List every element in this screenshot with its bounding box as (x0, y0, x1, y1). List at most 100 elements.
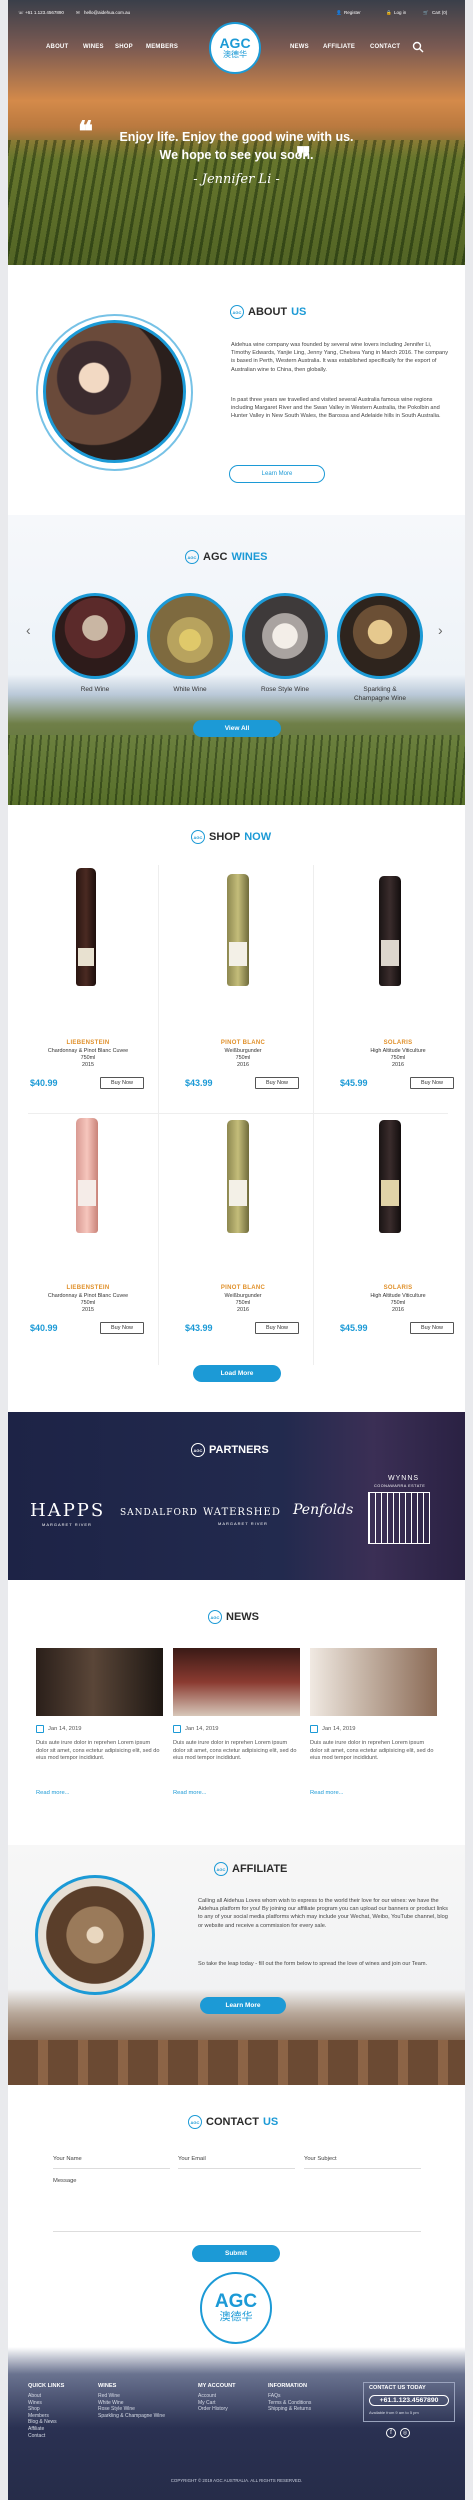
footer-wines-link[interactable]: Rose Style Wine (98, 2406, 135, 2413)
partner-happs-sub: MARGARET RIVER (42, 1522, 92, 1527)
affiliate-title-text: AFFILIATE (232, 1863, 288, 1875)
footer-wines-link[interactable]: Red Wine (98, 2393, 120, 2400)
news-excerpt: Duis aute irure dolor in reprehen Lorem … (36, 1740, 160, 1762)
news-excerpt: Duis aute irure dolor in reprehen Lorem … (310, 1740, 434, 1762)
product-3-bottle[interactable] (379, 876, 401, 986)
news-read-more-link[interactable]: Read more... (173, 1790, 207, 1796)
wines-title-b: WINES (231, 551, 268, 563)
buy-now-button[interactable]: Buy Now (255, 1077, 299, 1089)
about-paragraph-1: Aidehua wine company was founded by seve… (231, 342, 449, 373)
buy-now-button[interactable]: Buy Now (410, 1077, 454, 1089)
news-1-image[interactable] (36, 1648, 163, 1716)
search-icon[interactable] (412, 40, 424, 53)
buy-now-button[interactable]: Buy Now (255, 1322, 299, 1334)
about-learn-more-button[interactable]: Learn More (229, 465, 325, 483)
news-2-image[interactable] (173, 1648, 300, 1716)
footer-wines-link[interactable]: White Wine (98, 2400, 124, 2407)
hero-signature: - Jennifer Li - (193, 172, 280, 187)
shop-divider-row (28, 1113, 448, 1114)
nav-members[interactable]: MEMBERS (146, 44, 178, 50)
footer-phone[interactable]: +61.1.123.4567890 (369, 2395, 449, 2406)
contact-name-field[interactable]: Your Name (53, 2153, 170, 2169)
footer-account-link[interactable]: Order History (198, 2406, 228, 2413)
site-logo[interactable]: AGC 澳德华 (209, 22, 261, 74)
footer-quick-link[interactable]: About (28, 2393, 41, 2400)
contact-message-field[interactable]: Message (53, 2175, 421, 2232)
footer-quick-link[interactable]: Shop (28, 2406, 40, 2413)
product-name: Chardonnay & Pinot Blanc Cuvee (47, 1293, 129, 1299)
category-white-wine-image[interactable] (147, 593, 233, 679)
partner-happs-logo[interactable]: HAPPS (30, 1500, 105, 1521)
shop-load-more-button[interactable]: Load More (193, 1365, 281, 1382)
contact-subject-field[interactable]: Your Subject (304, 2153, 421, 2169)
buy-now-button[interactable]: Buy Now (100, 1322, 144, 1334)
footer-info-link[interactable]: Shipping & Returns (268, 2406, 311, 2413)
partner-penfolds-logo[interactable]: Penfolds (293, 1502, 353, 1518)
footer-copyright: COPYRIGHT © 2019 AGC AUSTRALIA. ALL RIGH… (170, 2478, 303, 2483)
instagram-icon[interactable]: ◎ (400, 2428, 410, 2438)
product-6-bottle[interactable] (379, 1120, 401, 1233)
shop-title-b: NOW (244, 831, 272, 843)
news-read-more-link[interactable]: Read more... (310, 1790, 344, 1796)
product-year: 2016 (392, 1307, 404, 1313)
cart-link[interactable]: Cart (0) (432, 10, 447, 15)
wines-next-arrow-icon[interactable]: › (438, 622, 443, 638)
category-white-wine-label[interactable]: White Wine (147, 686, 233, 693)
contact-email-field[interactable]: Your Email (178, 2153, 295, 2169)
footer-logo[interactable]: AGC 澳德华 (200, 2272, 272, 2344)
contact-submit-button[interactable]: Submit (192, 2245, 280, 2262)
footer-account-link[interactable]: Account (198, 2393, 216, 2400)
product-size: 750ml (80, 1055, 96, 1061)
buy-now-button[interactable]: Buy Now (410, 1322, 454, 1334)
category-sparkling-label-2[interactable]: Champagne Wine (337, 695, 423, 702)
category-sparkling-image[interactable] (337, 593, 423, 679)
topbar-email[interactable]: hello@aidehua.com.au (84, 10, 130, 15)
facebook-icon[interactable]: f (386, 2428, 396, 2438)
login-link[interactable]: Log in (394, 10, 406, 15)
partner-watershed-logo[interactable]: WATERSHED (203, 1507, 281, 1518)
wines-prev-arrow-icon[interactable]: ‹ (26, 622, 31, 638)
footer-info-link[interactable]: FAQs (268, 2393, 281, 2400)
footer-quick-link[interactable]: Wines (28, 2400, 42, 2407)
nav-news[interactable]: NEWS (290, 44, 309, 50)
lock-icon: 🔒 (386, 10, 392, 15)
footer-wines-link[interactable]: Sparkling & Champagne Wine (98, 2413, 165, 2420)
footer-quick-link[interactable]: Contact (28, 2433, 45, 2440)
product-5-bottle[interactable] (227, 1120, 249, 1233)
category-rose-label[interactable]: Rose Style Wine (242, 686, 328, 693)
logo-text: AGC (219, 35, 251, 51)
category-red-wine-label[interactable]: Red Wine (52, 686, 138, 693)
nav-contact[interactable]: CONTACT (370, 44, 400, 50)
footer-account-link[interactable]: My Cart (198, 2400, 216, 2407)
nav-affiliate[interactable]: AFFILIATE (323, 44, 355, 50)
wines-view-all-button[interactable]: View All (193, 720, 281, 737)
agc-mini-logo-icon: AGC (214, 1862, 228, 1876)
topbar-phone[interactable]: +61 1.123.4567890 (25, 10, 64, 15)
product-name: Weißburgunder (224, 1048, 262, 1054)
news-3-image[interactable] (310, 1648, 437, 1716)
footer-info-link[interactable]: Terms & Conditions (268, 2400, 311, 2407)
footer-quick-link[interactable]: Affiliate (28, 2426, 44, 2433)
register-link[interactable]: Register (344, 10, 361, 15)
product-1-bottle[interactable] (76, 868, 96, 986)
product-4-bottle[interactable] (76, 1118, 98, 1233)
partner-sandalford-logo[interactable]: SANDALFORD (120, 1508, 198, 1518)
nav-wines[interactable]: WINES (83, 44, 104, 50)
footer-quick-link[interactable]: Members (28, 2413, 49, 2420)
product-6-label (381, 1180, 399, 1206)
nav-shop[interactable]: SHOP (115, 44, 133, 50)
cart-icon: 🛒 (423, 10, 429, 15)
affiliate-learn-more-button[interactable]: Learn More (200, 1997, 286, 2014)
product-size: 750ml (390, 1055, 406, 1061)
product-2-bottle[interactable] (227, 874, 249, 986)
category-sparkling-label-1[interactable]: Sparkling & (337, 686, 423, 693)
news-read-more-link[interactable]: Read more... (36, 1790, 70, 1796)
news-title: AGC NEWS (208, 1610, 259, 1624)
category-red-wine-image[interactable] (52, 593, 138, 679)
partner-wynns-logo[interactable]: WYNNS (388, 1475, 419, 1482)
footer-quick-link[interactable]: Blog & News (28, 2419, 57, 2426)
wines-title-a: AGC (203, 551, 228, 563)
category-rose-image[interactable] (242, 593, 328, 679)
nav-about[interactable]: ABOUT (46, 44, 68, 50)
buy-now-button[interactable]: Buy Now (100, 1077, 144, 1089)
